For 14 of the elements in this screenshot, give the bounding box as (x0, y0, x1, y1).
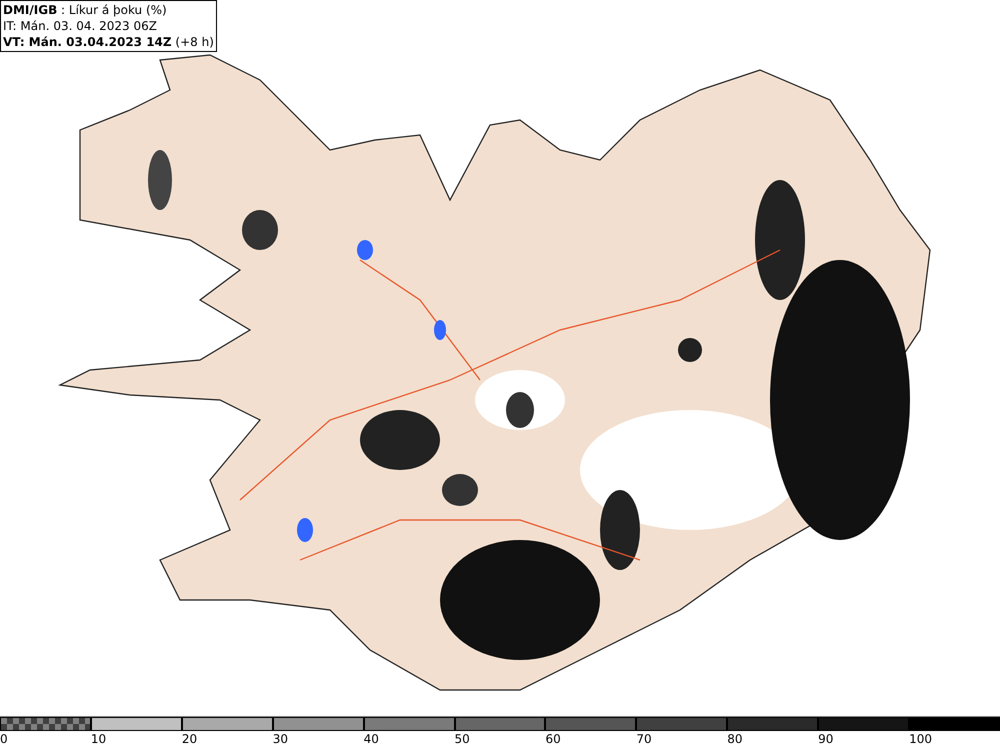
legend-label: 20 (182, 731, 198, 747)
legend-label: 70 (636, 731, 652, 747)
legend-label: 30 (272, 731, 288, 747)
legend-label: 50 (454, 731, 470, 747)
legend-label: 0 (0, 731, 8, 747)
legend-label: 100 (909, 731, 932, 747)
legend-label: 80 (727, 731, 743, 747)
info-line: VT: Mán. 03.04.2023 14Z (+8 h) (3, 34, 214, 50)
legend-label: 10 (90, 731, 106, 747)
info-line: DMI/IGB : Líkur á þoku (%) (3, 2, 168, 18)
legend-label: 60 (545, 731, 561, 747)
info-line: IT: Mán. 03. 04. 2023 06Z (3, 18, 158, 34)
legend-label: 90 (818, 731, 834, 747)
legend-label: 40 (364, 731, 379, 747)
